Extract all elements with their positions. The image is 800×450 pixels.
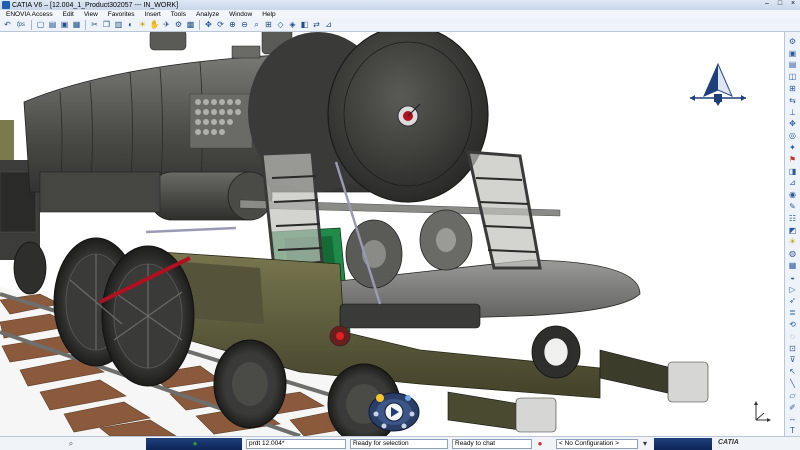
save-icon[interactable]: ▣ — [59, 19, 70, 30]
selection-status-field: Ready for selection — [350, 439, 448, 449]
material-icon[interactable]: ◍ — [787, 248, 799, 259]
axis-triad-icon — [754, 401, 771, 422]
hand-icon[interactable]: ✋ — [149, 19, 160, 30]
texture-icon[interactable]: ▦ — [787, 260, 799, 271]
menu-bar: ENOVIA Access Edit View Favorites Insert… — [0, 10, 800, 18]
iso-view-icon[interactable]: ◇ — [275, 19, 286, 30]
green-status-icon: ● — [192, 439, 198, 448]
snap-icon[interactable]: ◎ — [787, 130, 799, 141]
product-icon[interactable]: ▤ — [787, 60, 799, 71]
air-tank — [39, 171, 273, 221]
section-icon[interactable]: ◨ — [787, 166, 799, 177]
right-toolbar: ⚙ ▣ ▤ ◫ ⊞ ⇆ ⊥ ✥ ◎ ✦ ⚑ ◨ ⊿ ◉ ✎ ☷ ◩ ☀ ◍ ▦ … — [784, 32, 800, 436]
zoom-out-icon[interactable]: ⊖ — [239, 19, 250, 30]
normal-view-icon[interactable]: ⊞ — [263, 19, 274, 30]
status-bar: ⌕ ● prdt 12.004* Ready for selection Rea… — [0, 436, 800, 450]
settings-icon[interactable]: ⚙ — [173, 19, 184, 30]
menu-enovia-access[interactable]: ENOVIA Access — [6, 11, 53, 18]
swap-icon[interactable]: ⇄ — [311, 19, 322, 30]
locomotive-model[interactable] — [0, 32, 784, 436]
search-icon[interactable]: ⌕ — [66, 439, 76, 449]
kinematics-icon[interactable]: ⟲ — [787, 319, 799, 330]
insert-icon[interactable]: ⊞ — [787, 83, 799, 94]
window-title: CATIA V6 – [12.004_1_Product302057 --- I… — [12, 1, 179, 9]
catia-logo: CATIA — [718, 439, 739, 446]
main-toolbar: ↶ fps ▢ ▤ ▣ ▦ ✂ ❐ ▥ ◐ ☀ ✋ ✈ ⚙ ▩ ✥ ⟳ ⊕ ⊖ … — [0, 18, 800, 32]
annotation-icon[interactable]: ✎ — [787, 201, 799, 212]
3d-viewport[interactable] — [0, 32, 784, 436]
sequence-icon[interactable]: ≣ — [787, 307, 799, 318]
status-panel-right — [654, 438, 712, 450]
pan-icon[interactable]: ✥ — [203, 19, 214, 30]
light-icon[interactable]: ☀ — [137, 19, 148, 30]
fps-icon[interactable]: fps — [14, 19, 28, 30]
zoom-area-icon[interactable]: ⌕ — [251, 19, 262, 30]
environment-icon[interactable]: ◒ — [787, 272, 799, 283]
menu-help[interactable]: Help — [262, 11, 275, 18]
undo-icon[interactable]: ↶ — [2, 19, 13, 30]
maximize-button[interactable]: □ — [775, 0, 785, 8]
sensor-icon[interactable]: ◌ — [787, 331, 799, 342]
catia-app-icon — [2, 1, 10, 9]
track-icon[interactable]: ➶ — [787, 296, 799, 307]
hide-show-icon[interactable]: ◧ — [299, 19, 310, 30]
paste-icon[interactable]: ▥ — [113, 19, 124, 30]
fly-icon[interactable]: ✈ — [161, 19, 172, 30]
print-icon[interactable]: ▦ — [71, 19, 82, 30]
constraint-icon[interactable]: ⊥ — [787, 107, 799, 118]
line-icon[interactable]: ╲ — [787, 378, 799, 389]
minimize-button[interactable]: – — [762, 0, 772, 8]
3d-compass-toggle-icon[interactable]: ⚙ — [787, 36, 799, 47]
configuration-select[interactable]: < No Configuration > — [556, 439, 638, 449]
sketch-icon[interactable]: ✐ — [787, 402, 799, 413]
explode-icon[interactable]: ✦ — [787, 142, 799, 153]
title-bar: CATIA V6 – [12.004_1_Product302057 --- I… — [0, 0, 800, 10]
compass-icon[interactable] — [688, 62, 748, 108]
close-button[interactable]: × — [788, 0, 798, 8]
menu-view[interactable]: View — [84, 11, 98, 18]
chat-icon[interactable]: ● — [535, 439, 545, 449]
config-dropdown-icon[interactable]: ▾ — [640, 439, 650, 449]
menu-favorites[interactable]: Favorites — [108, 11, 135, 18]
toolbar-separator — [85, 19, 86, 30]
render-icon[interactable]: ◐ — [125, 19, 136, 30]
replace-icon[interactable]: ⇆ — [787, 95, 799, 106]
toolbar-separator — [31, 19, 32, 30]
menu-insert[interactable]: Insert — [145, 11, 161, 18]
filter-icon[interactable]: ⊽ — [787, 355, 799, 366]
simulation-icon[interactable]: ▷ — [787, 284, 799, 295]
menu-edit[interactable]: Edit — [63, 11, 74, 18]
copy-icon[interactable]: ❐ — [101, 19, 112, 30]
navigation-robot-widget[interactable] — [368, 388, 420, 432]
part-icon[interactable]: ▣ — [787, 48, 799, 59]
product-field[interactable]: prdt 12.004* — [246, 439, 346, 449]
light-source-icon[interactable]: ☀ — [787, 237, 799, 248]
publish-icon[interactable]: ☷ — [787, 213, 799, 224]
menu-analyze[interactable]: Analyze — [196, 11, 219, 18]
menu-tools[interactable]: Tools — [171, 11, 186, 18]
shading-icon[interactable]: ◈ — [287, 19, 298, 30]
move-icon[interactable]: ✥ — [787, 119, 799, 130]
measure-icon[interactable]: ⊿ — [323, 19, 334, 30]
rotate-icon[interactable]: ⟳ — [215, 19, 226, 30]
window-controls: – □ × — [762, 0, 798, 8]
camera-icon[interactable]: ◩ — [787, 225, 799, 236]
text-icon[interactable]: T — [787, 425, 799, 436]
object-icon[interactable]: ▩ — [185, 19, 196, 30]
plane-icon[interactable]: ▱ — [787, 390, 799, 401]
measure-distance-icon[interactable]: ⊿ — [787, 178, 799, 189]
pointer-icon[interactable]: ↖ — [787, 366, 799, 377]
menu-window[interactable]: Window — [229, 11, 252, 18]
cut-icon[interactable]: ✂ — [89, 19, 100, 30]
clash-icon[interactable]: ⚑ — [787, 154, 799, 165]
zoom-in-icon[interactable]: ⊕ — [227, 19, 238, 30]
component-icon[interactable]: ◫ — [787, 71, 799, 82]
open-icon[interactable]: ▤ — [47, 19, 58, 30]
scene-icon[interactable]: ◉ — [787, 189, 799, 200]
new-icon[interactable]: ▢ — [35, 19, 46, 30]
toolbar-separator — [199, 19, 200, 30]
group-icon[interactable]: ⊡ — [787, 343, 799, 354]
dimension-icon[interactable]: ↔ — [787, 414, 799, 425]
chat-status-field[interactable]: Ready to chat — [452, 439, 532, 449]
